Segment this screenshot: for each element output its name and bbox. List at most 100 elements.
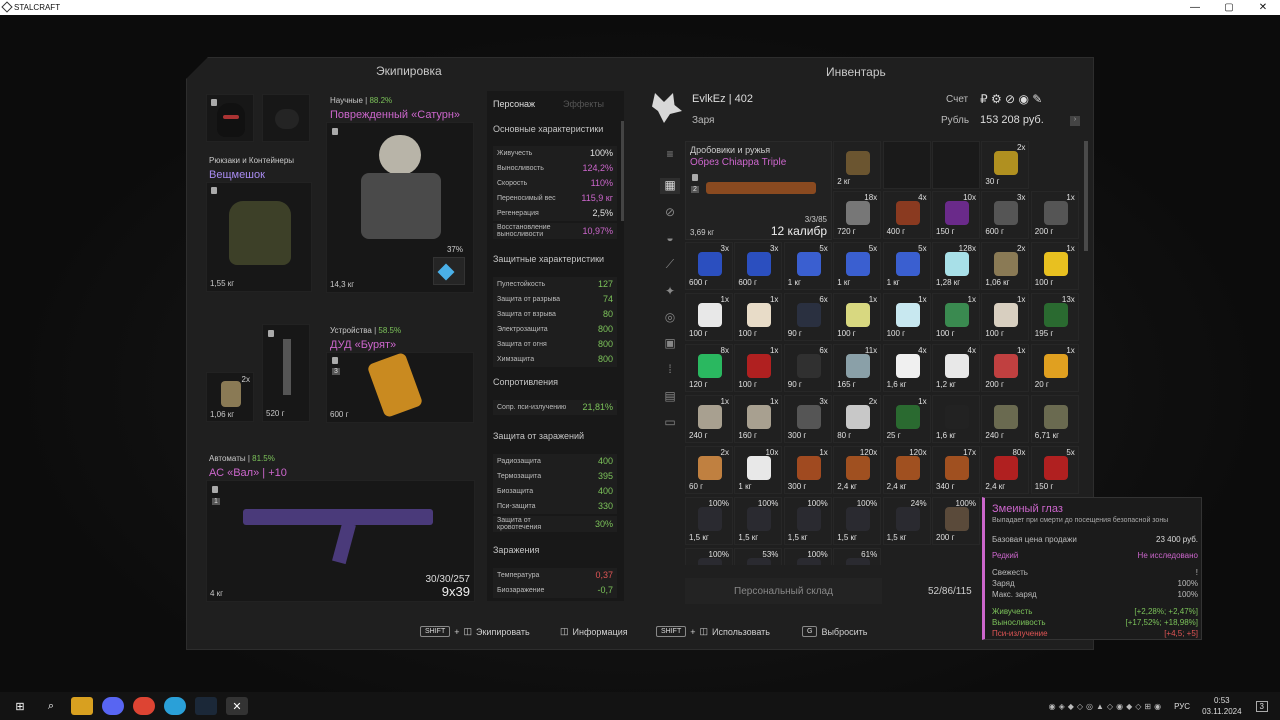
inventory-cell[interactable]: 400 г 4x	[882, 191, 931, 239]
inventory-cell[interactable]: 240 г 1x	[685, 395, 733, 443]
inventory-cell[interactable]: 90 г 6x	[783, 293, 832, 341]
inventory-cell[interactable]: 200 г 100%	[932, 497, 980, 545]
inventory-cell[interactable]: 120 г 8x	[685, 344, 733, 392]
stats-scrollbar[interactable]	[621, 121, 624, 221]
inventory-cell[interactable]: 80 г 2x	[833, 395, 882, 443]
close-button[interactable]: ✕	[1246, 2, 1280, 13]
inventory-cell[interactable]: 240 г	[981, 395, 1030, 443]
face-slot[interactable]	[262, 94, 310, 142]
inventory-cell[interactable]: 1 кг 10x	[734, 446, 783, 494]
inventory-scrollbar[interactable]	[1084, 141, 1088, 251]
inventory-cell[interactable]: 600 г 3x	[981, 191, 1030, 239]
device-slot[interactable]: 3 600 г	[326, 351, 474, 423]
shovel-slot[interactable]: 520 г	[262, 324, 310, 422]
inventory-cell[interactable]: 61%	[833, 548, 882, 565]
inventory-cell[interactable]: 2,4 кг 120x	[882, 446, 931, 494]
inventory-cell[interactable]: 53%	[734, 548, 783, 565]
weapon-slot[interactable]: 1 4 кг 30/30/257 9x39	[206, 480, 475, 602]
inventory-cell[interactable]	[932, 141, 980, 189]
minimize-button[interactable]: —	[1178, 2, 1212, 13]
discord-icon[interactable]	[102, 697, 124, 715]
box-filter-icon[interactable]: ▭	[660, 415, 680, 431]
inventory-cell[interactable]: 100 г 1x	[685, 293, 733, 341]
steam-icon[interactable]	[195, 697, 217, 715]
inventory-cell[interactable]: 1,5 кг 100%	[734, 497, 783, 545]
inventory-cell[interactable]: 1,6 кг	[932, 395, 980, 443]
language-indicator[interactable]: РУС	[1174, 702, 1190, 711]
inventory-cell[interactable]: 100 г 1x	[833, 293, 882, 341]
tab-character[interactable]: Персонаж	[493, 99, 535, 109]
personal-storage-button[interactable]: Персональный склад	[685, 578, 882, 604]
file-explorer-icon[interactable]	[71, 697, 93, 715]
list-view-icon[interactable]: ≡	[660, 147, 680, 163]
inventory-cell[interactable]: 165 г 11x	[833, 344, 882, 392]
inventory-cell[interactable]: 25 г 1x	[882, 395, 931, 443]
head-slot[interactable]	[206, 94, 254, 142]
chrome-icon[interactable]	[133, 697, 155, 715]
inventory-cell[interactable]: 100 г 1x	[882, 293, 931, 341]
inventory-cell[interactable]: 6,71 кг	[1030, 395, 1079, 443]
weapon-filter-icon[interactable]: ⟋	[660, 257, 680, 273]
quick-slot[interactable]: 2x 1,06 кг	[206, 372, 254, 422]
inventory-cell[interactable]: 2 кг	[833, 141, 882, 189]
inventory-cell[interactable]: 160 г 1x	[734, 395, 783, 443]
inventory-cell[interactable]: 1,06 кг 2x	[981, 242, 1030, 290]
featured-item[interactable]: Дробовики и ружья Обрез Chiappa Triple 2…	[685, 141, 832, 240]
inventory-cell[interactable]: 150 г 10x	[932, 191, 980, 239]
notifications-icon[interactable]: 3	[1255, 700, 1268, 712]
inventory-cell[interactable]: 200 г 1x	[1030, 191, 1079, 239]
inventory-cell[interactable]: 1 кг 5x	[783, 242, 832, 290]
inventory-cell[interactable]: 20 г 1x	[1030, 344, 1079, 392]
inventory-cell[interactable]: 100 г 1x	[734, 344, 783, 392]
inventory-cell[interactable]: 300 г 1x	[783, 446, 832, 494]
armor-slot[interactable]: 37% 14,3 кг	[326, 122, 474, 293]
inventory-cell[interactable]: 1,5 кг 100%	[833, 497, 882, 545]
expand-arrow-icon[interactable]: ›	[1070, 116, 1080, 126]
inventory-cell[interactable]: 2,4 кг 120x	[833, 446, 882, 494]
inventory-cell[interactable]: 1 кг 5x	[833, 242, 882, 290]
helmet-filter-icon[interactable]: ◒	[660, 231, 680, 247]
link-icon[interactable]: ⊘	[660, 205, 680, 221]
tab-effects[interactable]: Эффекты	[563, 99, 604, 109]
camera-filter-icon[interactable]: ▣	[660, 336, 680, 352]
inventory-cell[interactable]: 1,5 кг 24%	[882, 497, 931, 545]
stalcraft-icon[interactable]: ✕	[226, 697, 248, 715]
ammo-filter-icon[interactable]: ⁞	[660, 362, 680, 378]
telegram-icon[interactable]	[164, 697, 186, 715]
inventory-cell[interactable]: 340 г 17x	[932, 446, 980, 494]
inventory-cell[interactable]: 100 г 1x	[1030, 242, 1079, 290]
grid-view-icon[interactable]: ▦	[660, 178, 680, 194]
inventory-cell[interactable]: 1,6 кг 4x	[882, 344, 931, 392]
inventory-cell[interactable]: 100 г 1x	[981, 293, 1030, 341]
inventory-cell[interactable]: 60 г 2x	[685, 446, 733, 494]
tool-filter-icon[interactable]: ✦	[660, 284, 680, 300]
inventory-cell[interactable]: 100%	[685, 548, 733, 565]
inventory-cell[interactable]: 200 г 1x	[981, 344, 1030, 392]
inventory-cell[interactable]: 300 г 3x	[783, 395, 832, 443]
artifact-slot[interactable]	[433, 257, 465, 285]
inventory-cell[interactable]: 600 г 3x	[734, 242, 783, 290]
inventory-cell[interactable]: 150 г 5x	[1030, 446, 1079, 494]
inventory-cell[interactable]: 1,28 кг 128x	[932, 242, 980, 290]
inventory-cell[interactable]: 1,5 кг 100%	[685, 497, 733, 545]
search-icon[interactable]: ⌕	[40, 697, 62, 715]
tray-icons[interactable]: ◉◈◆◇◎▲◇◉◆◇⊞◉	[1049, 702, 1164, 711]
inventory-cell[interactable]: 100 г 1x	[932, 293, 980, 341]
inventory-cell[interactable]	[882, 141, 931, 189]
artifact-filter-icon[interactable]: ◎	[660, 310, 680, 326]
inventory-cell[interactable]: 720 г 18x	[833, 191, 882, 239]
misc-filter-icon[interactable]: ▤	[660, 389, 680, 405]
clock[interactable]: 0:53 03.11.2024	[1202, 695, 1241, 717]
maximize-button[interactable]: ▢	[1212, 2, 1246, 13]
inventory-cell[interactable]: 90 г 6x	[783, 344, 832, 392]
inventory-cell[interactable]: 100 г 1x	[734, 293, 783, 341]
inventory-cell[interactable]: 30 г 2x	[981, 141, 1030, 189]
inventory-cell[interactable]: 195 г 13x	[1030, 293, 1079, 341]
inventory-cell[interactable]: 1,2 кг 4x	[932, 344, 980, 392]
inventory-cell[interactable]: 1 кг 5x	[882, 242, 931, 290]
inventory-cell[interactable]: 1,5 кг 100%	[783, 497, 832, 545]
inventory-cell[interactable]: 2,4 кг 80x	[981, 446, 1030, 494]
inventory-cell[interactable]: 600 г 3x	[685, 242, 733, 290]
windows-start-icon[interactable]: ⊞	[9, 697, 31, 715]
backpack-slot[interactable]: 1,55 кг	[206, 182, 312, 292]
